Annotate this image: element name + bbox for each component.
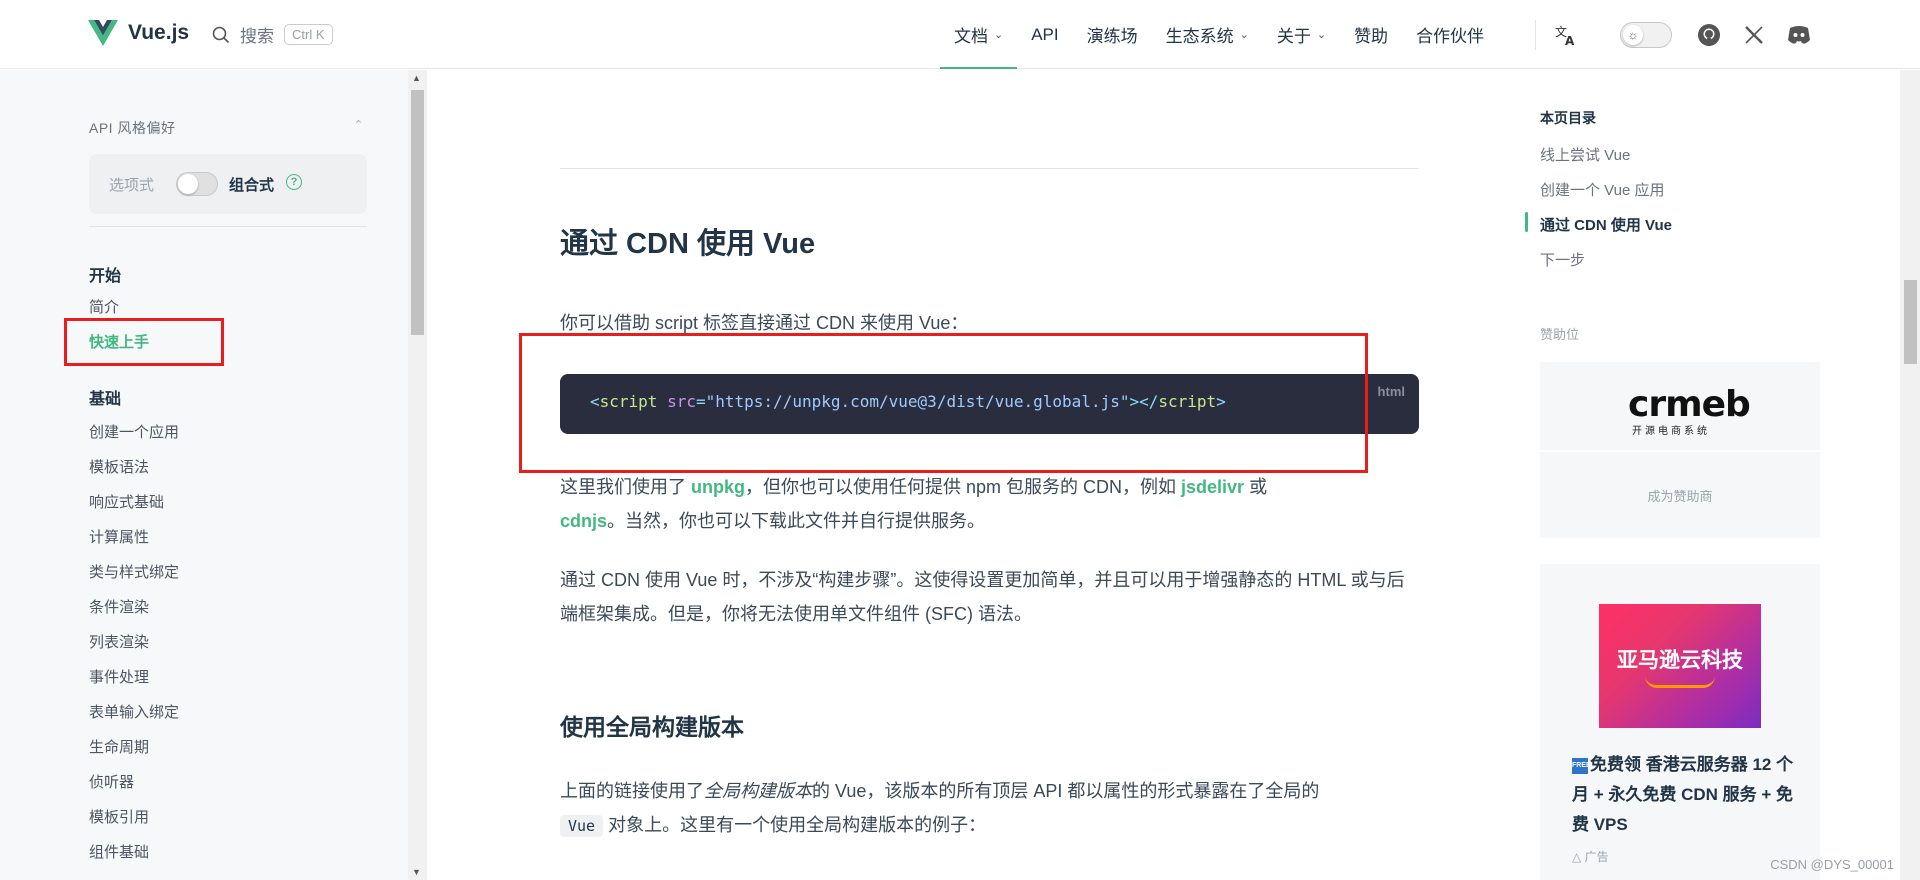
highlight-box-sidebar [64, 318, 224, 366]
theme-toggle[interactable]: ☼ [1620, 22, 1672, 48]
sidebar-item[interactable]: 模板语法 [89, 456, 149, 477]
sponsor-logo-card[interactable]: crmeb 开源电商系统 [1540, 362, 1820, 450]
toc-title: 本页目录 [1540, 110, 1596, 126]
sidebar-group-essentials: 基础 [89, 391, 122, 408]
section-heading: 通过 CDN 使用 Vue [560, 228, 816, 260]
nav-ecosystem[interactable]: 生态系统 ⌄ [1152, 0, 1263, 69]
ad-icon: △ [1572, 850, 1585, 864]
nav-ecosystem-label: 生态系统 [1165, 27, 1234, 46]
cdnjs-link[interactable]: cdnjs [560, 511, 607, 531]
cdn-paragraph: 这里我们使用了 unpkg，但你也可以使用任何提供 npm 包服务的 CDN，例… [560, 477, 1268, 531]
toc-item[interactable]: 下一步 [1540, 249, 1585, 270]
section-divider [560, 168, 1419, 169]
nav-divider [1535, 20, 1536, 50]
sidebar-item[interactable]: 条件渲染 [89, 596, 149, 617]
chevron-up-icon[interactable]: ⌃ [354, 118, 363, 131]
sidebar-item[interactable]: 组件基础 [89, 841, 149, 862]
sidebar-item[interactable]: 模板引用 [89, 806, 149, 827]
nav-playground[interactable]: 演练场 [1073, 0, 1152, 69]
sidebar-divider [89, 226, 367, 227]
nav-partners[interactable]: 合作伙伴 [1402, 0, 1498, 69]
free-badge-icon: FREE [1572, 757, 1591, 774]
api-preference-box: 选项式 组合式 ? [89, 154, 367, 214]
chevron-down-icon: ⌄ [1239, 29, 1249, 41]
help-icon[interactable]: ? [286, 174, 302, 190]
sidebar-scroll-thumb[interactable] [411, 90, 424, 335]
nav-sponsor-label: 赞助 [1354, 27, 1389, 46]
sun-icon: ☼ [1623, 25, 1643, 45]
ad-image[interactable]: 亚马逊云科技 [1599, 604, 1761, 728]
nav-about-label: 关于 [1276, 27, 1311, 46]
options-api-label: 选项式 [109, 177, 155, 194]
logo-text: Vue.js [128, 21, 190, 44]
main-nav: 文档 ⌄ API 演练场 生态系统 ⌄ 关于 ⌄ 赞助 合作伙伴 [940, 0, 1498, 69]
search-button[interactable]: 搜索 Ctrl K [212, 22, 333, 47]
ad-label: △ 广告 [1572, 850, 1609, 864]
sidebar-item[interactable]: 响应式基础 [89, 491, 164, 512]
nav-api-label: API [1031, 24, 1059, 44]
chevron-down-icon: ⌄ [994, 29, 1004, 41]
sidebar-item[interactable]: 事件处理 [89, 666, 149, 687]
code-language-label: html [1377, 384, 1405, 399]
nav-about[interactable]: 关于 ⌄ [1263, 0, 1340, 69]
sidebar-item[interactable]: 计算属性 [89, 526, 149, 547]
sidebar-scrollbar[interactable]: ▲ ▼ [408, 70, 427, 880]
api-style-switch[interactable] [176, 172, 218, 196]
search-label: 搜索 [240, 27, 274, 46]
top-navbar: Vue.js 搜索 Ctrl K 文档 ⌄ API 演练场 生态系统 ⌄ 关于 … [0, 0, 1920, 69]
chevron-down-icon: ⌄ [1316, 29, 1327, 41]
sidebar-item[interactable]: 侦听器 [89, 771, 134, 792]
switch-knob [178, 174, 198, 194]
toc-item-active[interactable]: 通过 CDN 使用 Vue [1540, 214, 1672, 235]
sponsor-title: 赞助位 [1540, 327, 1580, 342]
discord-icon[interactable] [1786, 22, 1812, 48]
search-icon [212, 26, 230, 43]
ad-image-text: 亚马逊云科技 [1617, 649, 1743, 672]
nav-docs[interactable]: 文档 ⌄ [940, 0, 1018, 69]
smile-arrow-icon [1645, 676, 1715, 688]
nav-playground-label: 演练场 [1086, 27, 1138, 46]
sidebar-item[interactable]: 类与样式绑定 [89, 561, 179, 582]
api-preference-title: API 风格偏好 [89, 120, 176, 136]
watermark: CSDN @DYS_00001 [1770, 857, 1894, 872]
inline-code: Vue [560, 815, 604, 837]
scroll-down-arrow-icon[interactable]: ▼ [412, 867, 421, 877]
site-logo[interactable]: Vue.js [88, 20, 189, 46]
page-scroll-thumb[interactable] [1904, 280, 1917, 364]
jsdelivr-link[interactable]: jsdelivr [1181, 477, 1244, 497]
sidebar-item-introduction[interactable]: 简介 [89, 296, 119, 317]
unpkg-link[interactable]: unpkg [691, 477, 745, 497]
sidebar-item[interactable]: 表单输入绑定 [89, 701, 179, 722]
x-icon[interactable] [1741, 22, 1767, 48]
svg-text:A: A [1565, 34, 1575, 47]
github-icon[interactable] [1696, 22, 1722, 48]
nav-api[interactable]: API [1017, 0, 1072, 69]
ad-text[interactable]: FREE免费领 香港云服务器 12 个月 + 永久免费 CDN 服务 + 免费 … [1572, 750, 1800, 840]
nav-sponsor[interactable]: 赞助 [1340, 0, 1402, 69]
scroll-up-arrow-icon[interactable]: ▲ [412, 73, 421, 83]
highlight-box-code [519, 333, 1368, 473]
global-build-paragraph: 上面的链接使用了全局构建版本的 Vue，该版本的所有顶层 API 都以属性的形式… [560, 781, 1320, 837]
nav-partners-label: 合作伙伴 [1416, 27, 1485, 46]
become-sponsor-link[interactable]: 成为赞助商 [1540, 452, 1820, 538]
page-scrollbar[interactable] [1900, 70, 1920, 880]
sidebar: API 风格偏好 ⌃ 选项式 组合式 ? 开始 简介 快速上手 基础 创建一个应… [0, 70, 412, 880]
sidebar-item[interactable]: 生命周期 [89, 736, 149, 757]
nav-docs-label: 文档 [954, 27, 988, 46]
crmeb-logo-subtitle: 开源电商系统 [1632, 426, 1710, 437]
no-build-paragraph: 通过 CDN 使用 Vue 时，不涉及“构建步骤”。这使得设置更加简单，并且可以… [560, 570, 1405, 624]
translate-icon[interactable]: 文 A [1553, 22, 1579, 48]
toc-active-marker [1525, 212, 1528, 232]
ad-card[interactable]: 亚马逊云科技 FREE免费领 香港云服务器 12 个月 + 永久免费 CDN 服… [1540, 564, 1820, 880]
toc-item[interactable]: 创建一个 Vue 应用 [1540, 179, 1664, 200]
sidebar-item[interactable]: 列表渲染 [89, 631, 149, 652]
crmeb-logo: crmeb [1628, 384, 1751, 425]
vue-logo-icon [88, 20, 118, 46]
toc-item[interactable]: 线上尝试 Vue [1540, 144, 1630, 165]
sidebar-item[interactable]: 创建一个应用 [89, 421, 179, 442]
search-shortcut-hint: Ctrl K [284, 24, 333, 45]
sidebar-group-start: 开始 [89, 268, 122, 285]
subsection-heading: 使用全局构建版本 [560, 714, 744, 740]
composition-api-label: 组合式 [229, 177, 275, 194]
